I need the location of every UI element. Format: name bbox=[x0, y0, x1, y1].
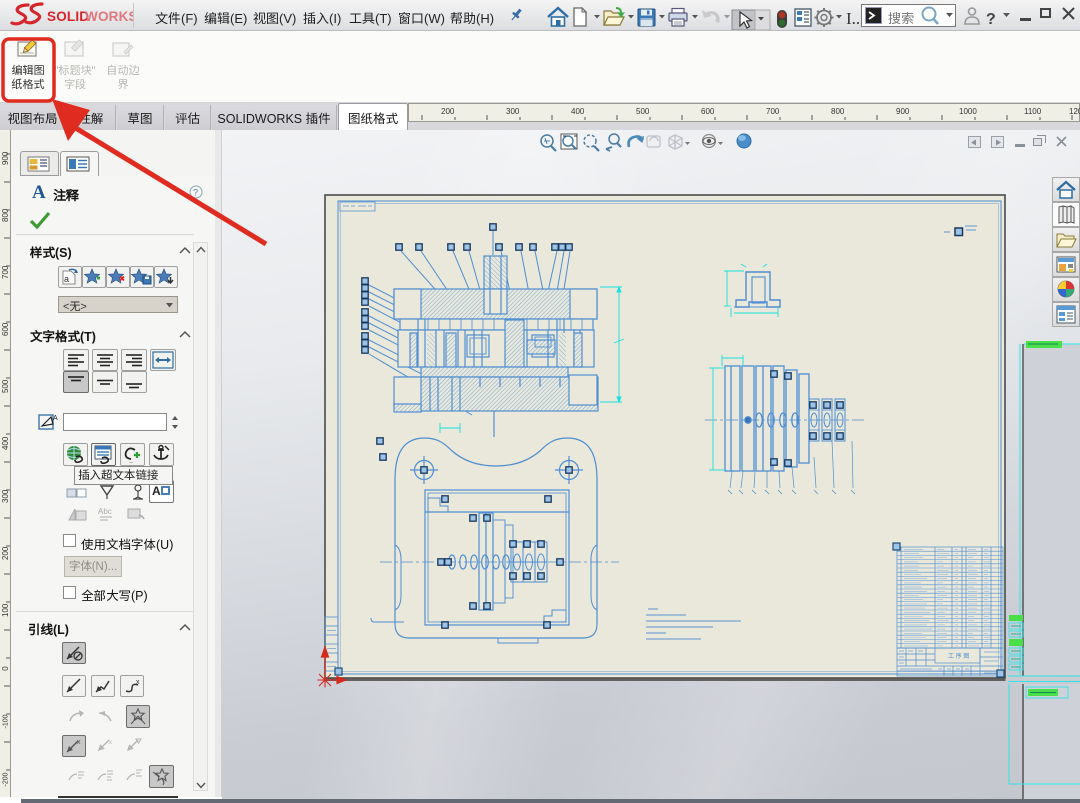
svg-text:x: x bbox=[136, 677, 140, 687]
svg-text:A: A bbox=[53, 413, 58, 423]
svg-text:SOLID: SOLID bbox=[47, 9, 89, 24]
svg-text:I..: I.. bbox=[846, 9, 860, 28]
svg-text:a: a bbox=[64, 272, 69, 285]
svg-text:..: .. bbox=[129, 456, 133, 465]
svg-text:x: x bbox=[109, 737, 112, 746]
svg-text:工 序 图: 工 序 图 bbox=[948, 652, 969, 660]
svg-text:A: A bbox=[32, 182, 46, 201]
svg-text:?: ? bbox=[193, 186, 198, 199]
svg-text:WORKS: WORKS bbox=[85, 9, 134, 24]
svg-text:Abc: Abc bbox=[98, 506, 112, 517]
svg-text:x: x bbox=[77, 737, 81, 747]
